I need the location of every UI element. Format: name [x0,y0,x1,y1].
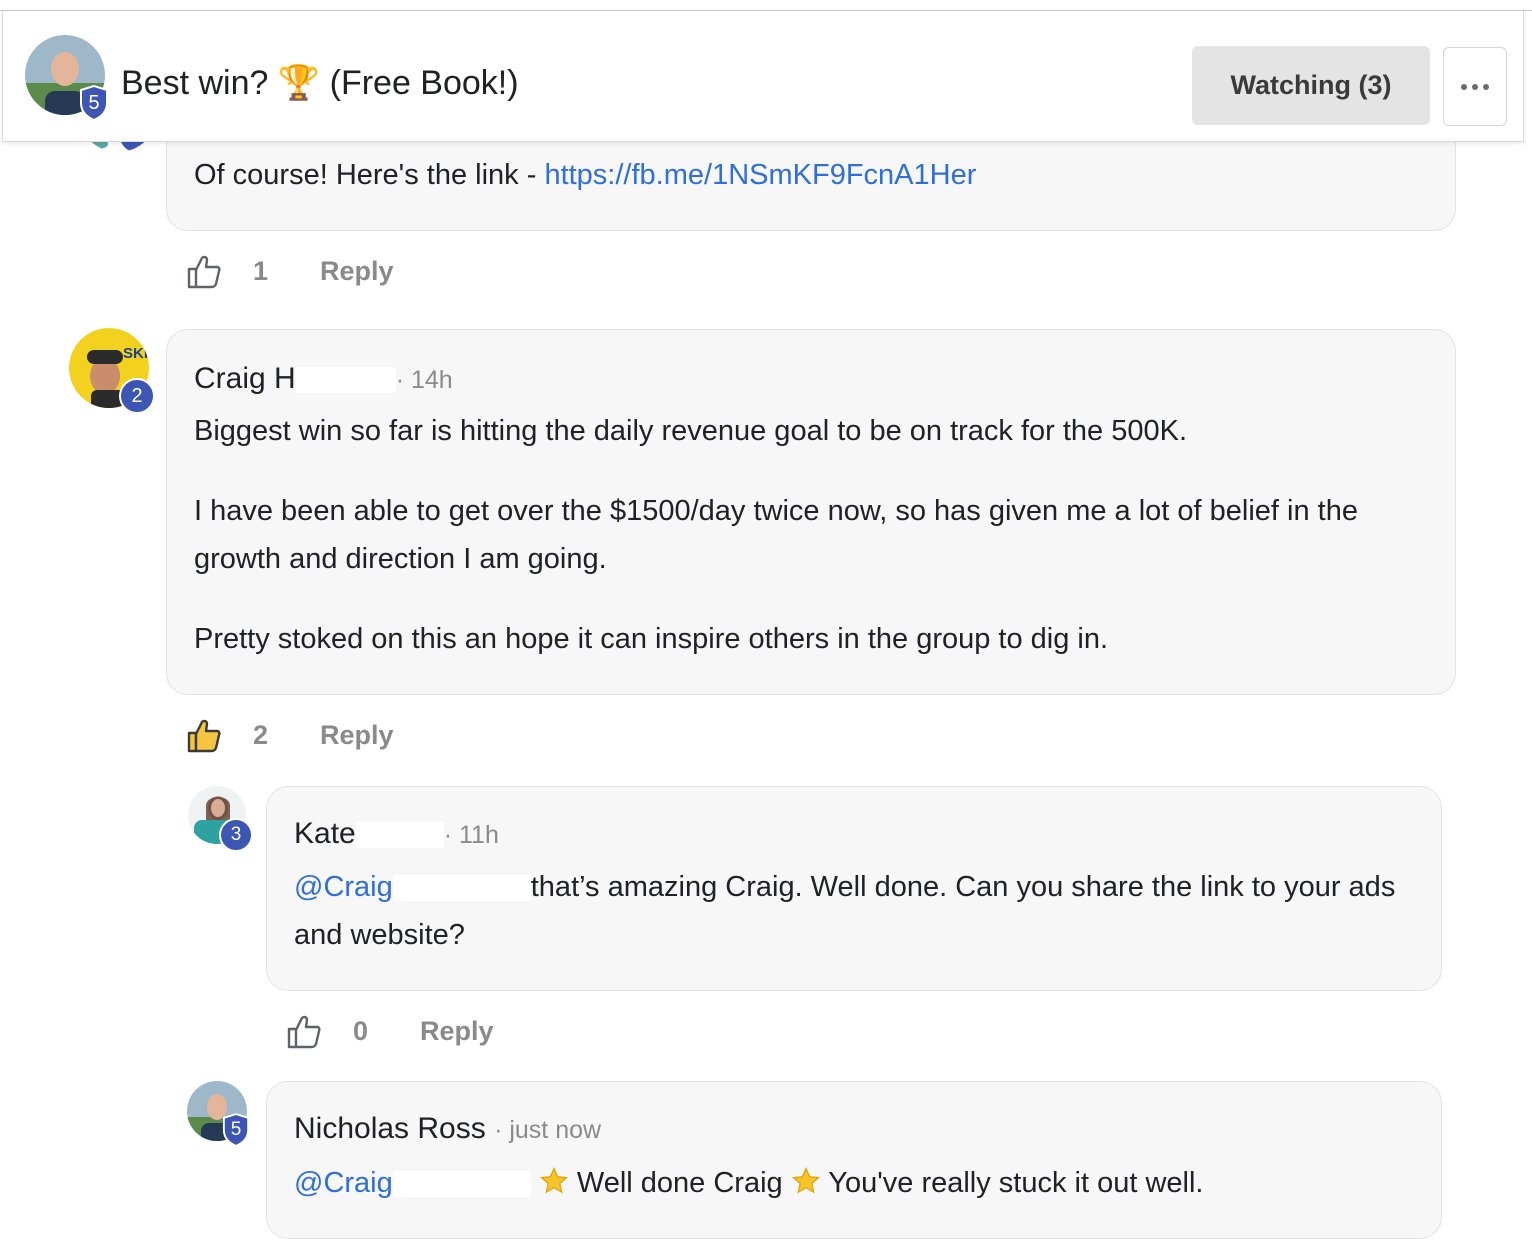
timestamp: · 14h [395,366,453,394]
reply-text: @Craig that’s amazing Craig. Well done. C… [294,871,1396,951]
comment-bubble: Craig H · 14h Biggest win so far is hitti… [166,329,1456,695]
post-header: 5 Best win? 🏆 (Free Book!) Watching (3) [2,11,1524,142]
redaction [392,875,531,902]
comment-text: Of course! Here's the link - https://fb.… [194,159,977,191]
comment-paragraph: Biggest win so far is hitting the daily … [194,415,1188,447]
like-count: 2 [253,720,269,750]
reply-button[interactable]: Reply [320,720,394,751]
page-title: Best win? 🏆 (Free Book!) [121,64,519,102]
thumbs-up-icon[interactable] [186,718,222,754]
level-shield-icon: 5 [222,1113,250,1147]
reply-button[interactable]: Reply [420,1016,494,1047]
svg-text:SKI: SKI [123,345,148,362]
like-count: 1 [253,256,269,286]
thumbs-up-icon[interactable] [286,1014,322,1050]
shared-link[interactable]: https://fb.me/1NSmKF9FcnA1Her [544,159,976,191]
timestamp: · 11h [443,821,499,849]
user-mention[interactable]: @Craig [294,1167,393,1199]
redaction [392,1171,531,1198]
level-number: 5 [230,1119,242,1140]
comment-paragraph: I have been able to get over the $1500/d… [194,495,1358,575]
more-icon [1461,83,1489,90]
more-options-button[interactable] [1443,47,1507,126]
reply-bubble: Nicholas Ross · just now @Craig Well don… [266,1081,1442,1239]
reply-bubble: Kate · 11h @Craig that’s amazing Craig. We… [266,786,1442,991]
like-count: 0 [353,1016,369,1046]
star-icon [791,1166,820,1194]
watching-button[interactable]: Watching (3) [1192,46,1430,125]
level-badge: 3 [219,818,253,852]
thumbs-up-icon[interactable] [186,254,222,290]
author-level: 5 [88,91,100,114]
reply-text: @Craig Well done Craig You've really stu… [294,1166,1204,1199]
author-name[interactable]: Craig H · 14h [194,362,453,396]
star-icon [539,1166,568,1194]
reply-button[interactable]: Reply [320,256,394,287]
author-name[interactable]: Kate · 11h [294,817,499,851]
redaction [295,367,396,394]
level-shield-icon: 5 [79,85,109,121]
level-badge: 2 [119,378,155,414]
author-name[interactable]: Nicholas Ross · just now [294,1112,601,1146]
timestamp: · just now [494,1116,602,1144]
comment-paragraph: Pretty stoked on this an hope it can ins… [194,623,1109,655]
user-mention[interactable]: @Craig [294,871,393,903]
redaction [355,822,444,849]
